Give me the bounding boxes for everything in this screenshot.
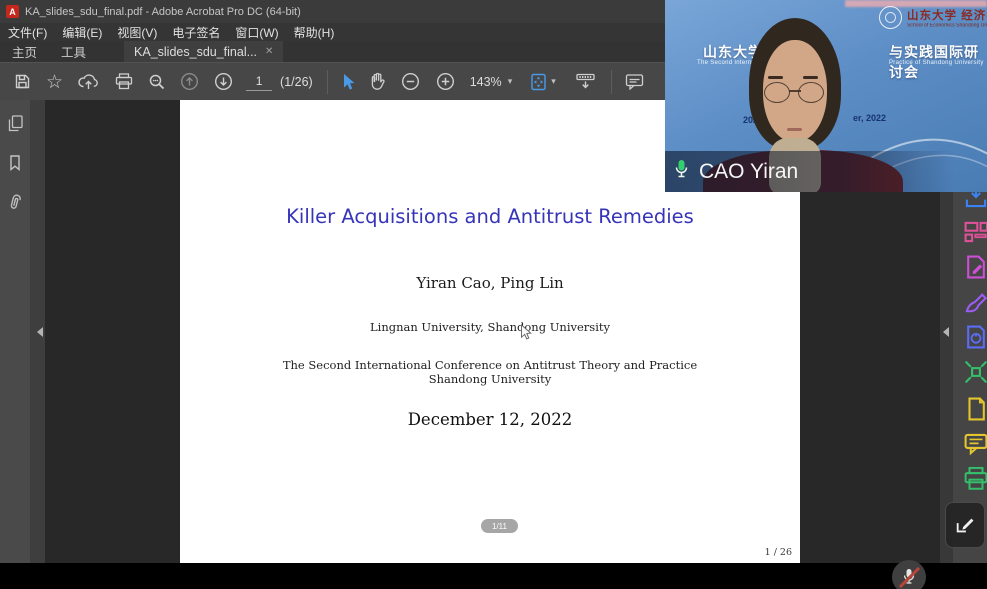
participant-eyebrow: [803, 76, 818, 79]
zoom-level-value[interactable]: 143%: [470, 75, 502, 89]
slide-title: Killer Acquisitions and Antitrust Remedi…: [180, 205, 800, 228]
page-number-input[interactable]: [246, 72, 272, 91]
left-navigation-rail: [0, 100, 30, 563]
page-thumbnails-icon[interactable]: [6, 114, 25, 138]
menu-item-view[interactable]: 视图(V): [117, 24, 157, 41]
select-tool-icon[interactable]: [341, 73, 355, 91]
hand-tool-icon[interactable]: [369, 72, 387, 91]
participant-glasses-bridge: [789, 90, 801, 92]
collapse-left-panel-icon[interactable]: [37, 327, 43, 337]
toolbar-position-icon[interactable]: [575, 73, 596, 91]
share-upload-icon[interactable]: [78, 73, 99, 90]
page-template-icon[interactable]: [963, 396, 987, 422]
edit-pdf-icon[interactable]: [963, 254, 987, 280]
slide-conference-line2: Shandong University: [180, 372, 800, 386]
previous-page-icon[interactable]: [180, 72, 199, 91]
comment-tool-icon[interactable]: [963, 431, 987, 457]
menu-item-esign[interactable]: 电子签名: [172, 24, 220, 41]
participant-name-bar: CAO Yiran: [665, 151, 987, 192]
menu-item-edit[interactable]: 编辑(E): [62, 24, 102, 41]
slide-affiliations: Lingnan University, Shandong University: [180, 320, 800, 334]
mic-on-icon: [673, 159, 690, 185]
tab-document-label: KA_slides_sdu_final...: [134, 45, 257, 59]
next-page-icon[interactable]: [214, 72, 233, 91]
attachments-icon[interactable]: [4, 191, 26, 219]
comment-icon[interactable]: [625, 73, 644, 90]
menu-item-file[interactable]: 文件(F): [8, 24, 47, 41]
page-fit-icon[interactable]: [529, 73, 548, 91]
mic-mute-button[interactable]: [892, 560, 926, 589]
page-total-label: (1/26): [280, 75, 313, 89]
participant-eyebrow: [768, 76, 783, 79]
window-title: KA_slides_sdu_final.pdf - Adobe Acrobat …: [25, 6, 301, 18]
print-production-icon[interactable]: [963, 466, 987, 492]
organize-pages-icon[interactable]: [963, 219, 987, 245]
acrobat-window: A KA_slides_sdu_final.pdf - Adobe Acroba…: [0, 0, 987, 589]
star-icon[interactable]: ☆: [46, 71, 63, 93]
tab-home[interactable]: 主页: [0, 41, 49, 62]
search-icon[interactable]: [148, 73, 166, 91]
participant-glasses: [798, 82, 824, 103]
university-seal-icon: [879, 6, 902, 29]
participant-mouth: [787, 128, 802, 131]
zoom-in-icon[interactable]: [436, 72, 455, 91]
university-logo-subtitle: School of Economics Shandong University: [907, 23, 975, 28]
menu-item-window[interactable]: 窗口(W): [235, 24, 278, 41]
slide-authors: Yiran Cao, Ping Lin: [180, 274, 800, 292]
meeting-bottom-bar: [0, 563, 987, 589]
page-fit-dropdown-icon[interactable]: ▾: [551, 76, 556, 87]
backdrop-date-right: er, 2022: [853, 113, 886, 123]
participant-video[interactable]: 山东大学 经济学院 School of Economics Shandong U…: [665, 0, 987, 192]
slide-page-number: 1 / 26: [765, 547, 792, 558]
university-logo-title: 山东大学 经济学院: [907, 7, 985, 23]
slide-conference: The Second International Conference on A…: [180, 358, 800, 386]
zoom-dropdown-icon[interactable]: ▾: [508, 76, 513, 87]
acrobat-logo-icon: A: [6, 5, 19, 18]
participant-name: CAO Yiran: [699, 160, 798, 184]
tab-document[interactable]: KA_slides_sdu_final... ✕: [124, 41, 283, 62]
tab-tools[interactable]: 工具: [49, 41, 98, 62]
combine-files-icon[interactable]: [963, 359, 987, 385]
collapse-right-panel-icon[interactable]: [943, 327, 949, 337]
mouse-cursor-icon: [519, 324, 532, 346]
convert-pdf-icon[interactable]: [963, 324, 987, 350]
backdrop-banner-en-right: Practice of Shandong University: [889, 60, 984, 66]
save-icon[interactable]: [14, 73, 31, 90]
pen-annotate-icon: [954, 514, 976, 536]
zoom-out-icon[interactable]: [401, 72, 420, 91]
menu-item-help[interactable]: 帮助(H): [294, 24, 335, 41]
close-icon[interactable]: ✕: [265, 46, 273, 57]
fill-sign-icon[interactable]: [963, 289, 987, 315]
slide-date: December 12, 2022: [180, 410, 800, 429]
annotate-button[interactable]: [945, 502, 985, 548]
participant-glasses: [764, 82, 790, 103]
print-icon[interactable]: [115, 73, 133, 90]
slide-conference-line1: The Second International Conference on A…: [180, 358, 800, 372]
bookmarks-icon[interactable]: [7, 154, 23, 177]
slide-progress-badge: 1/11: [481, 519, 518, 533]
